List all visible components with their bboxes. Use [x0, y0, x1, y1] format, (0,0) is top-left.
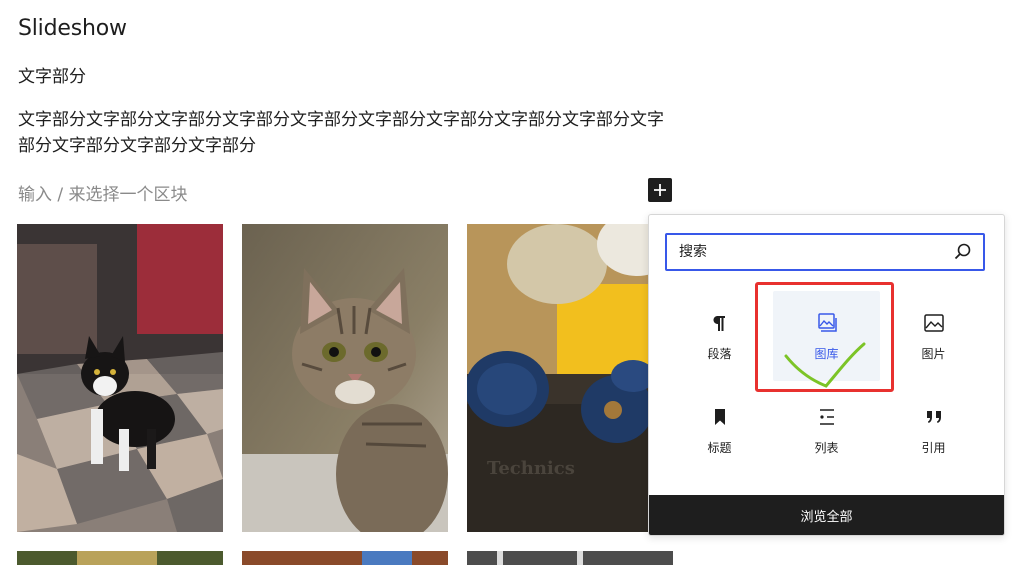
block-heading[interactable]: 标题 [666, 385, 773, 475]
block-gallery[interactable]: 图库 [773, 291, 880, 381]
add-block-button[interactable] [648, 178, 672, 202]
block-search-field[interactable] [665, 233, 985, 271]
short-paragraph[interactable]: 文字部分 [18, 62, 86, 87]
block-label: 引用 [921, 441, 946, 455]
gallery-photo-bottom-3[interactable] [467, 551, 673, 565]
block-search-input[interactable] [677, 243, 953, 261]
svg-text:Technics: Technics [487, 458, 575, 479]
block-label: 列表 [814, 441, 839, 455]
block-image[interactable]: 图片 [880, 291, 987, 381]
block-label: 标题 [707, 441, 732, 455]
quote-icon [926, 411, 941, 423]
long-paragraph[interactable]: 文字部分文字部分文字部分文字部分文字部分文字部分文字部分文字部分文字部分文字部分… [18, 107, 668, 159]
post-title[interactable]: Slideshow [18, 16, 127, 41]
block-label: 段落 [707, 347, 732, 361]
gallery-photo-earbuds[interactable]: Technics [467, 224, 673, 532]
pilcrow-icon [712, 316, 725, 331]
gallery-icon [817, 313, 837, 332]
block-paragraph[interactable]: 段落 [666, 291, 773, 381]
block-list[interactable]: 列表 [773, 385, 880, 475]
block-label: 图库 [814, 347, 839, 361]
block-inserter-popover: 段落 图库 图片 标题 列表 引用 浏 [648, 214, 1005, 536]
plus-icon [654, 184, 666, 196]
gallery-photo-cat-street[interactable] [17, 224, 223, 532]
browse-all-button[interactable]: 浏览全部 [649, 495, 1004, 535]
list-icon [819, 409, 834, 425]
gallery-photo-tabby-kitten[interactable] [242, 224, 448, 532]
block-label: 图片 [921, 347, 946, 361]
search-icon[interactable] [953, 242, 973, 262]
gallery-photo-bottom-2[interactable] [242, 551, 448, 565]
block-placeholder[interactable]: 输入 / 来选择一个区块 [18, 180, 188, 205]
bookmark-icon [714, 409, 725, 425]
gallery-photo-bottom-1[interactable] [17, 551, 223, 565]
block-quote[interactable]: 引用 [880, 385, 987, 475]
image-icon [923, 314, 944, 332]
